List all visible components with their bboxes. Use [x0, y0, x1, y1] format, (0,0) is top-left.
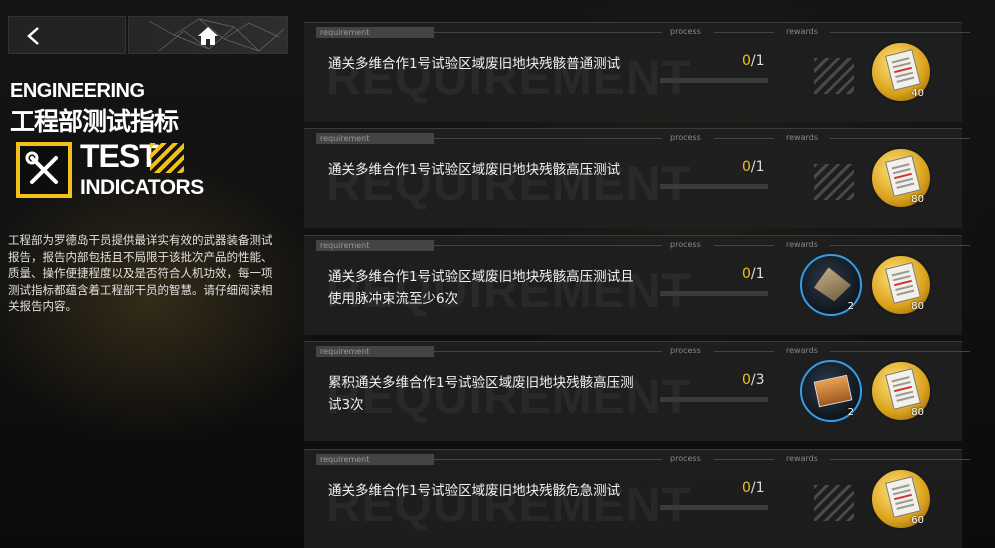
reward-item-report[interactable]: 80 [870, 147, 932, 209]
reward-count: 80 [911, 301, 924, 312]
reward-item-report[interactable]: 80 [870, 254, 932, 316]
task-description: 通关多维合作1号试验区域废旧地块残骸危急测试 [328, 483, 621, 499]
report-icon [885, 368, 921, 410]
engineering-title: ENGINEERING [10, 80, 145, 102]
task-description: 通关多维合作1号试验区域废旧地块残骸高压测试 [328, 162, 621, 178]
card-header: requirement process rewards [316, 346, 970, 357]
test-label: TEST [80, 138, 159, 174]
card-header: requirement process rewards [316, 27, 970, 38]
progress-bar [660, 78, 768, 83]
empty-reward-slot [814, 58, 854, 94]
progress-value: 0/3 [742, 372, 765, 388]
rewards-tag: rewards [786, 27, 818, 36]
task-description: 通关多维合作1号试验区域废旧地块残骸高压测试且使用脉冲束流至少6次 [328, 269, 634, 307]
task-description: 累积通关多维合作1号试验区域废旧地块残骸高压测试3次 [328, 375, 634, 413]
process-tag: process [670, 27, 701, 36]
reward-count: 2 [847, 407, 854, 418]
supply-box-icon [813, 374, 853, 408]
wrench-screwdriver-icon [25, 151, 58, 184]
reward-item-material[interactable]: 2 [800, 254, 862, 316]
material-icon [812, 265, 854, 305]
progress-total: /1 [750, 53, 765, 69]
home-button[interactable] [128, 16, 288, 54]
reward-count: 2 [847, 301, 854, 312]
progress-value: 0/1 [742, 159, 765, 175]
rewards-tag: rewards [786, 240, 818, 249]
progress-total: /1 [750, 159, 765, 175]
progress-bar [660, 505, 768, 510]
test-badge [16, 142, 72, 198]
report-icon [885, 262, 921, 304]
progress-value: 0/1 [742, 53, 765, 69]
empty-reward-slot [814, 485, 854, 521]
process-tag: process [670, 133, 701, 142]
progress-total: /3 [750, 372, 765, 388]
rewards-tag: rewards [786, 346, 818, 355]
home-icon [198, 27, 218, 45]
process-tag: process [670, 346, 701, 355]
requirement-tag: requirement [316, 240, 434, 251]
task-card[interactable]: requirement process rewards REQUIREMENT … [304, 128, 970, 228]
progress-current: 0 [742, 266, 751, 282]
reward-item-report[interactable]: 80 [870, 360, 932, 422]
reward-item-report[interactable]: 40 [870, 41, 932, 103]
reward-count: 80 [911, 407, 924, 418]
reward-count: 60 [911, 515, 924, 526]
progress-value: 0/1 [742, 480, 765, 496]
rewards-tag: rewards [786, 454, 818, 463]
progress-value: 0/1 [742, 266, 765, 282]
back-button[interactable] [8, 16, 126, 54]
reward-item-box[interactable]: 2 [800, 360, 862, 422]
requirement-tag: requirement [316, 133, 434, 144]
progress-current: 0 [742, 53, 751, 69]
page-title: 工程部测试指标 [10, 107, 179, 136]
progress-current: 0 [742, 372, 751, 388]
report-icon [885, 476, 921, 518]
progress-total: /1 [750, 266, 765, 282]
task-card[interactable]: requirement process rewards REQUIREMENT … [304, 341, 970, 441]
progress-current: 0 [742, 159, 751, 175]
progress-current: 0 [742, 480, 751, 496]
requirement-tag: requirement [316, 346, 434, 357]
task-card[interactable]: requirement process rewards REQUIREMENT … [304, 235, 970, 335]
requirement-tag: requirement [316, 27, 434, 38]
stripe-decoration [150, 143, 184, 173]
indicators-label: INDICATORS [80, 176, 204, 199]
chevron-left-icon [27, 27, 39, 45]
process-tag: process [670, 454, 701, 463]
card-header: requirement process rewards [316, 240, 970, 251]
task-description: 通关多维合作1号试验区域废旧地块残骸普通测试 [328, 56, 621, 72]
progress-total: /1 [750, 480, 765, 496]
reward-item-report[interactable]: 60 [870, 468, 932, 530]
reward-count: 40 [911, 88, 924, 99]
card-header: requirement process rewards [316, 454, 970, 465]
rewards-tag: rewards [786, 133, 818, 142]
empty-reward-slot [814, 164, 854, 200]
process-tag: process [670, 240, 701, 249]
reward-count: 80 [911, 194, 924, 205]
progress-bar [660, 291, 768, 296]
task-card[interactable]: requirement process rewards REQUIREMENT … [304, 449, 970, 548]
description: 工程部为罗德岛干员提供最详实有效的武器装备测试报告，报告内部包括且不局限于该批次… [8, 233, 273, 313]
task-card[interactable]: requirement process rewards REQUIREMENT … [304, 22, 970, 122]
report-icon [885, 155, 921, 197]
report-icon [885, 49, 921, 91]
card-header: requirement process rewards [316, 133, 970, 144]
progress-bar [660, 397, 768, 402]
progress-bar [660, 184, 768, 189]
requirement-tag: requirement [316, 454, 434, 465]
